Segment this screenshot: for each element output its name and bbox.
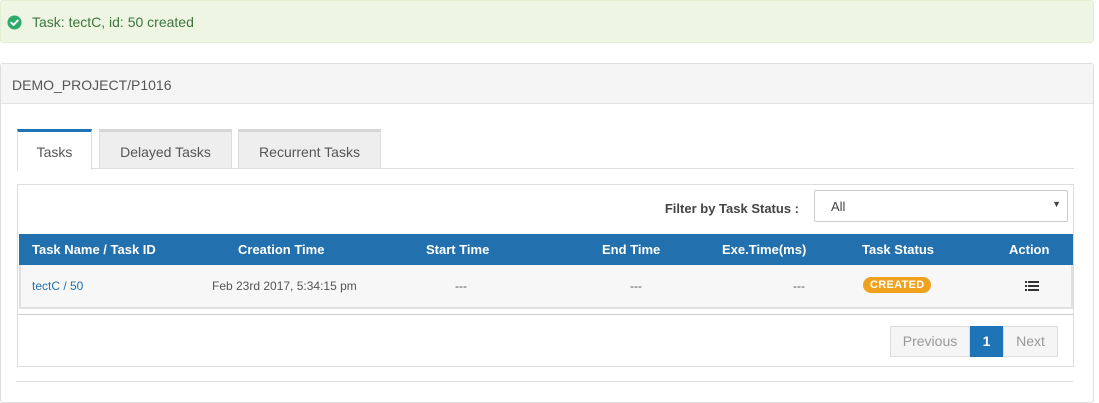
project-title: DEMO_PROJECT/P1016 bbox=[12, 77, 172, 93]
column-header-exe-time: Exe.Time(ms) bbox=[722, 242, 807, 257]
alert-message: Task: tectC, id: 50 created bbox=[32, 14, 194, 30]
tasks-box: Filter by Task Status : All ▼ Task Name … bbox=[17, 184, 1074, 367]
table-footer-divider bbox=[18, 314, 1073, 315]
previous-page-button[interactable]: Previous bbox=[890, 326, 970, 357]
tab-divider bbox=[17, 168, 1074, 169]
status-badge: CREATED bbox=[863, 277, 932, 293]
start-time-cell: --- bbox=[455, 279, 467, 293]
end-time-cell: --- bbox=[630, 279, 642, 293]
list-icon[interactable] bbox=[1025, 280, 1039, 292]
section-divider bbox=[16, 381, 1073, 382]
column-header-end-time: End Time bbox=[602, 242, 661, 257]
tab-tasks[interactable]: Tasks bbox=[17, 129, 92, 170]
column-header-task: Task Name / Task ID bbox=[32, 242, 156, 257]
filter-label: Filter by Task Status : bbox=[664, 201, 799, 216]
page-1-button[interactable]: 1 bbox=[970, 326, 1003, 357]
tab-recurrent-tasks[interactable]: Recurrent Tasks bbox=[238, 129, 381, 169]
next-page-button[interactable]: Next bbox=[1003, 326, 1058, 357]
panel-heading: DEMO_PROJECT/P1016 bbox=[1, 64, 1093, 104]
column-header-start-time: Start Time bbox=[426, 242, 490, 257]
tasks-table: Task Name / Task ID Creation Time Start … bbox=[19, 234, 1073, 309]
exe-time-cell: --- bbox=[793, 279, 805, 293]
success-alert: Task: tectC, id: 50 created bbox=[0, 0, 1094, 43]
task-status-value: All bbox=[831, 199, 846, 214]
column-header-task-status: Task Status bbox=[862, 242, 935, 257]
tab-delayed-tasks[interactable]: Delayed Tasks bbox=[99, 129, 232, 169]
project-panel: DEMO_PROJECT/P1016 Tasks Delayed Tasks R… bbox=[0, 63, 1094, 403]
chevron-down-icon: ▼ bbox=[1052, 199, 1061, 209]
table-header: Task Name / Task ID Creation Time Start … bbox=[19, 234, 1073, 265]
task-status-select[interactable]: All ▼ bbox=[814, 190, 1068, 222]
column-header-creation-time: Creation Time bbox=[238, 242, 325, 257]
column-header-action: Action bbox=[1009, 242, 1050, 257]
creation-time-cell: Feb 23rd 2017, 5:34:15 pm bbox=[212, 279, 357, 293]
task-link[interactable]: tectC / 50 bbox=[32, 279, 83, 293]
check-circle-icon bbox=[7, 15, 22, 30]
table-row: tectC / 50 Feb 23rd 2017, 5:34:15 pm ---… bbox=[19, 265, 1073, 309]
